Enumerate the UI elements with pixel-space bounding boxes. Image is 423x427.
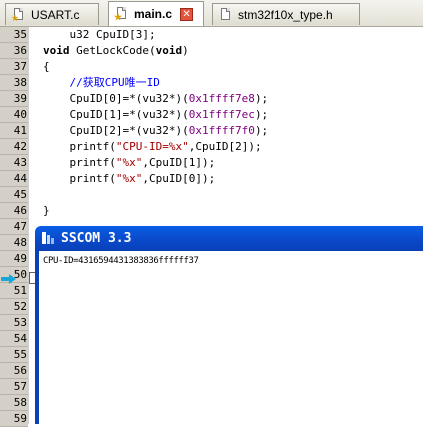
line-number: 37 bbox=[0, 59, 28, 75]
code-line: { bbox=[43, 59, 50, 75]
tab-label: stm32f10x_type.h bbox=[238, 7, 333, 22]
window-title: SSCOM 3.3 bbox=[61, 231, 132, 246]
line-number: 39 bbox=[0, 91, 28, 107]
line-number: 47 bbox=[0, 219, 28, 235]
string-literal: "%x" bbox=[115, 156, 143, 169]
code-line: u32 CpuID[3]; bbox=[43, 27, 156, 43]
received-data-text: CPU-ID=4316594431383836ffffff37 bbox=[43, 256, 199, 266]
line-number: 46 bbox=[0, 203, 28, 219]
number-literal: 0x1ffff7e8 bbox=[188, 92, 255, 105]
code-line: CpuID[0]=*(vu32*)(0x1ffff7e8); bbox=[43, 91, 268, 107]
close-tab-icon[interactable]: ✕ bbox=[180, 7, 194, 21]
line-number: 55 bbox=[0, 347, 28, 363]
number-literal: 0x1ffff7ec bbox=[188, 108, 255, 121]
number-literal: 0x1ffff7f0 bbox=[188, 124, 255, 137]
code-text: printf( bbox=[43, 140, 116, 153]
code-text: ); bbox=[254, 108, 269, 121]
c-file-icon: ★ bbox=[11, 7, 26, 22]
code-line: printf("%x",CpuID[1]); bbox=[43, 155, 215, 171]
code-text: printf( bbox=[43, 172, 116, 185]
keyword: void bbox=[155, 44, 183, 57]
tab-main-c[interactable]: ★ main.c ✕ bbox=[108, 1, 204, 26]
line-number: 59 bbox=[0, 411, 28, 427]
code-text: ,CpuID[0]); bbox=[142, 172, 216, 185]
code-text: { bbox=[43, 60, 50, 73]
line-number: 49 bbox=[0, 251, 28, 267]
code-line: void GetLockCode(void) bbox=[43, 43, 189, 59]
code-line: printf("%x",CpuID[0]); bbox=[43, 171, 215, 187]
code-text: GetLockCode( bbox=[69, 44, 156, 57]
line-number: 48 bbox=[0, 235, 28, 251]
code-text: u32 CpuID[3]; bbox=[43, 28, 156, 41]
comment: //获取CPU唯一ID bbox=[43, 76, 160, 89]
line-number: 38 bbox=[0, 75, 28, 91]
code-text: printf( bbox=[43, 156, 116, 169]
code-line: } bbox=[43, 203, 50, 219]
code-text: ) bbox=[182, 44, 189, 57]
code-text: ,CpuID[2]); bbox=[188, 140, 262, 153]
code-text: CpuID[2]=*(vu32*)( bbox=[43, 124, 189, 137]
h-file-icon bbox=[219, 7, 233, 22]
code-text: } bbox=[43, 204, 50, 217]
line-number: 36 bbox=[0, 43, 28, 59]
sscom-app-icon bbox=[41, 231, 55, 245]
line-number: 42 bbox=[0, 139, 28, 155]
line-number: 56 bbox=[0, 363, 28, 379]
code-text: ); bbox=[254, 92, 269, 105]
tab-label: USART.c bbox=[31, 7, 80, 22]
line-number: 51 bbox=[0, 283, 28, 299]
window-title-bar[interactable]: SSCOM 3.3 bbox=[35, 226, 423, 251]
receive-area[interactable]: CPU-ID=4316594431383836ffffff37 bbox=[35, 251, 423, 424]
line-number: 45 bbox=[0, 187, 28, 203]
sscom-window[interactable]: SSCOM 3.3 CPU-ID=4316594431383836ffffff3… bbox=[35, 226, 423, 424]
code-line: printf("CPU-ID=%x",CpuID[2]); bbox=[43, 139, 262, 155]
line-number: 41 bbox=[0, 123, 28, 139]
editor-tab-bar: ★ USART.c ★ main.c ✕ stm32f10x_type.h bbox=[0, 0, 423, 27]
tab-label: main.c bbox=[134, 7, 173, 21]
code-line: CpuID[1]=*(vu32*)(0x1ffff7ec); bbox=[43, 107, 268, 123]
tab-stm32f10x-type-h[interactable]: stm32f10x_type.h bbox=[212, 3, 360, 25]
line-number: 43 bbox=[0, 155, 28, 171]
c-file-icon: ★ bbox=[114, 7, 129, 22]
current-line-arrow-icon bbox=[1, 274, 17, 284]
line-number: 40 bbox=[0, 107, 28, 123]
code-text: CpuID[0]=*(vu32*)( bbox=[43, 92, 189, 105]
line-number: 52 bbox=[0, 299, 28, 315]
line-number: 54 bbox=[0, 331, 28, 347]
code-text: CpuID[1]=*(vu32*)( bbox=[43, 108, 189, 121]
code-text: ,CpuID[1]); bbox=[142, 156, 216, 169]
string-literal: "%x" bbox=[115, 172, 143, 185]
line-number: 57 bbox=[0, 379, 28, 395]
code-line: CpuID[2]=*(vu32*)(0x1ffff7f0); bbox=[43, 123, 268, 139]
code-text: ); bbox=[254, 124, 269, 137]
line-number: 53 bbox=[0, 315, 28, 331]
line-number: 35 bbox=[0, 27, 28, 43]
line-number: 58 bbox=[0, 395, 28, 411]
keyword: void bbox=[43, 44, 70, 57]
code-line: //获取CPU唯一ID bbox=[43, 75, 160, 91]
tab-usart-c[interactable]: ★ USART.c bbox=[5, 3, 99, 25]
line-number: 44 bbox=[0, 171, 28, 187]
string-literal: "CPU-ID=%x" bbox=[115, 140, 189, 153]
